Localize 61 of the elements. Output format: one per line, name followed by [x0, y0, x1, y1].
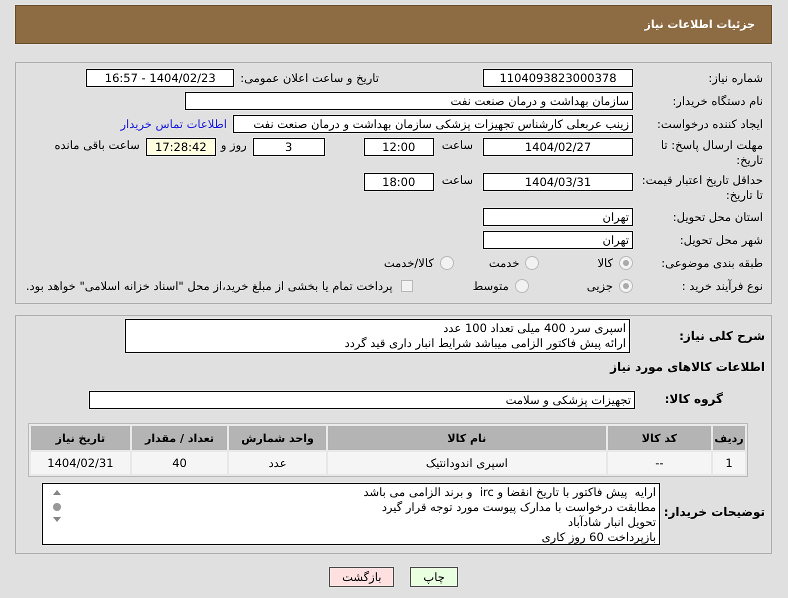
checkbox[interactable] — [400, 280, 413, 292]
field-label: مهلت ارسال پاسخ: تا تاریخ: — [660, 138, 763, 168]
treasury-note: پرداخت تمام یا بخشی از مبلغ خرید،از محل "اسناد خزانه اسلامی" خواهد بود. — [26, 279, 393, 293]
table-cell: 1404/02/31 — [31, 452, 130, 474]
table-cell: اسپری اندودانتیک — [328, 452, 606, 474]
remaining-label: ساعت باقی مانده — [54, 138, 140, 152]
page-title: جزئیات اطلاعات نیاز — [644, 18, 755, 31]
radio-button[interactable] — [619, 256, 633, 270]
print-button[interactable]: چاپ — [410, 567, 458, 587]
need-number-field: 1104093823000378 — [483, 69, 633, 87]
radio-label: کالا — [597, 256, 613, 270]
contact-link[interactable]: اطلاعات تماس خریدار — [120, 117, 227, 131]
goods-group-field: تجهیزات پزشکی و سلامت — [89, 391, 635, 409]
buyer-notes-textarea[interactable]: ارایه پیش فاکتور با تاریخ انقضا و irc و برند الزامی می باشد مطابقت درخواست با مدارک پیوست مورد توجه قرار گیرد تحویل انبار شادآباد بازپرداخت 60 روز کاری — [42, 483, 660, 545]
field-label: گروه کالا: — [664, 392, 724, 408]
field-label: شهر محل تحویل: — [678, 232, 763, 248]
field-label: شماره نیاز: — [707, 70, 763, 86]
back-button[interactable]: بازگشت — [329, 567, 394, 587]
radio-button[interactable] — [525, 256, 540, 270]
radio-button[interactable] — [440, 256, 454, 270]
table-cell: 1 — [713, 452, 745, 474]
field-label: استان محل تحویل: — [672, 210, 763, 224]
field-label: تاریخ و ساعت اعلان عمومی: — [240, 71, 379, 85]
field-label: طبقه بندی موضوعی: — [660, 256, 763, 270]
column-header: ردیف — [713, 426, 745, 450]
radio-button[interactable] — [619, 279, 633, 293]
validity-date-field: 1404/03/31 — [483, 173, 633, 191]
requester-field: زینب عربعلی کارشناس تجهیزات پزشکی سازمان بهداشت و درمان صنعت نفت — [233, 115, 633, 133]
field-label: توضیحات خریدار: — [662, 504, 765, 521]
province-field: تهران — [483, 208, 633, 226]
deadline-time-field: 12:00 — [364, 138, 434, 156]
field-label: نام دستگاه خریدار: — [671, 94, 763, 108]
column-header: نام کالا — [328, 426, 606, 450]
remaining-time-field: 17:28:42 — [146, 138, 216, 156]
field-label: ایجاد کننده درخواست: — [656, 116, 763, 132]
announce-date-field: 1404/02/23 - 16:57 — [86, 69, 234, 87]
radio-label: خدمت — [488, 256, 520, 270]
description-textarea[interactable]: اسپری سرد 400 میلی تعداد 100 عدد ارائه پیش فاکتور الزامی میباشد شرایط انبار داری قید گردد — [125, 319, 630, 353]
column-header: تعداد / مقدار — [132, 426, 228, 450]
validity-time-field: 18:00 — [364, 173, 434, 191]
radio-label: کالا/خدمت — [384, 256, 434, 270]
buyer-org-field: سازمان بهداشت و درمان صنعت نفت — [185, 92, 633, 110]
field-label: شرح کلی نیاز: — [678, 328, 765, 345]
column-header: کد کالا — [608, 426, 712, 450]
time-label: ساعت — [442, 138, 473, 152]
city-field: تهران — [483, 231, 633, 249]
table-cell: -- — [608, 452, 712, 474]
days-label: روز و — [220, 138, 247, 152]
radio-label: متوسط — [472, 279, 509, 293]
time-label: ساعت — [442, 173, 473, 187]
column-header: واحد شمارش — [229, 426, 326, 450]
field-label: نوع فرآیند خرید : — [680, 278, 763, 294]
table-cell: 40 — [132, 452, 228, 474]
section-heading: اطلاعات کالاهای مورد نیاز — [608, 360, 765, 376]
deadline-date-field: 1404/02/27 — [483, 138, 633, 156]
field-label: حداقل تاریخ اعتبار قیمت: تا تاریخ: — [640, 173, 763, 203]
days-field: 3 — [252, 138, 325, 156]
radio-button[interactable] — [514, 279, 529, 293]
radio-label: جزیی — [586, 279, 613, 293]
table-cell: عدد — [229, 452, 326, 474]
column-header: تاریخ نیاز — [31, 426, 130, 450]
